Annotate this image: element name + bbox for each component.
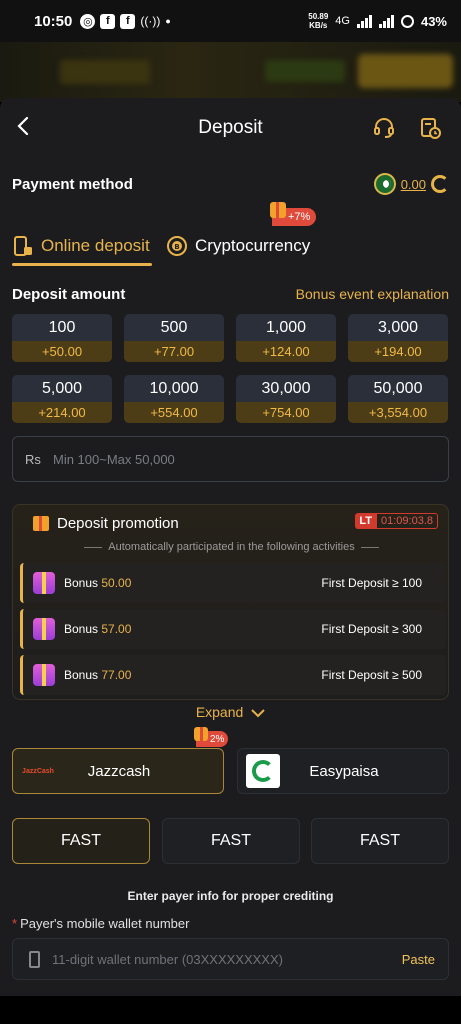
payment-channels: JazzCash Jazzcash Easypaisa [12,748,449,794]
amount-option[interactable]: 10,000 +554.00 [124,375,224,423]
deposit-tabs: Online deposit B Cryptocurrency [12,226,449,266]
channel-bonus-badge: 2% [194,727,229,747]
whatsapp-icon: ◎ [80,13,96,29]
deposit-amount-row: Deposit amount Bonus event explanation [12,284,449,304]
gift-icon [33,516,49,531]
facebook-icon-2: f [120,13,136,29]
phone-icon [29,950,40,968]
chevron-down-icon [251,709,265,718]
deposit-history-icon[interactable] [418,116,442,140]
amount-option[interactable]: 1,000 +124.00 [236,314,336,362]
more-notifications-icon: ● [165,16,171,26]
promotion-row: Bonus 77.00 First Deposit ≥ 500 [20,655,446,695]
wallet-field: Paste [12,938,449,980]
amount-input-field: Rs [12,436,449,482]
deposit-amount-label: Deposit amount [12,285,126,303]
amount-option[interactable]: 3,000 +194.00 [348,314,448,362]
crypto-bonus-badge: +7% [270,202,317,226]
phone-icon [14,236,32,256]
network-speed: 50.89 KB/s [308,12,329,30]
payer-info-hint: Enter payer info for proper crediting [127,889,334,903]
channel-easypaisa[interactable]: Easypaisa [237,748,449,794]
promotion-header: Deposit promotion [33,515,179,532]
fast-option-3[interactable]: FAST [311,818,449,864]
jazzcash-logo: JazzCash [21,754,55,788]
refresh-icon[interactable] [431,175,449,193]
fast-option-1[interactable]: FAST [12,818,150,864]
fast-option-2[interactable]: FAST [162,818,300,864]
promotion-timer: LT 01:09:03.8 [355,513,438,529]
promotion-subtitle: Automatically participated in the follow… [13,541,450,553]
payment-method-row: Payment method 0.00 [12,172,449,196]
back-arrow-icon[interactable] [12,114,36,138]
paste-button[interactable]: Paste [402,952,435,967]
balance-display: 0.00 [373,173,449,195]
gift-icon [270,202,286,218]
hotspot-icon: ((·)) [140,14,161,28]
payment-method-label: Payment method [12,175,133,193]
currency-label: Rs [25,451,41,467]
amount-option[interactable]: 500 +77.00 [124,314,224,362]
signal-icon-2 [378,14,394,28]
countdown: 01:09:03.8 [376,513,438,529]
gift-box-icon [33,664,55,686]
amount-input[interactable] [53,451,448,467]
facebook-icon: f [100,13,116,29]
svg-text:B: B [174,243,179,251]
gift-icon [194,727,208,743]
deposit-sheet: Deposit Payment method 0.00 +7% Online d… [0,98,461,996]
pakistan-flag-icon [373,173,396,195]
fast-options: FAST FAST FAST [12,818,449,864]
lightning-timer-icon: LT [355,513,376,529]
status-bar: 10:50 ◎ f f ((·)) ● 50.89 KB/s 4G 43% [0,0,461,42]
page-title: Deposit [198,117,263,138]
easypaisa-logo [246,754,280,788]
crypto-coin-icon: B [167,236,187,256]
promotion-title: Deposit promotion [57,515,179,532]
expand-button[interactable]: Expand [0,704,461,720]
amount-option[interactable]: 5,000 +214.00 [12,375,112,423]
tab-online-deposit[interactable]: Online deposit [12,226,152,266]
amount-option[interactable]: 30,000 +754.00 [236,375,336,423]
network-type: 4G [335,15,350,27]
status-time: 10:50 [34,12,73,30]
amount-grid: 100 +50.00 500 +77.00 1,000 +124.00 3,000 +1… [12,314,449,423]
deposit-promotion-panel: Deposit promotion LT 01:09:03.8 Automati… [12,504,449,700]
notification-icons: ◎ f f ((·)) ● [80,13,171,29]
background-app-header [0,42,461,102]
wallet-number-input[interactable] [52,951,402,967]
channel-jazzcash[interactable]: JazzCash Jazzcash [12,748,224,794]
signal-icon [356,14,372,28]
battery-level: 43% [420,13,447,29]
promotion-row: Bonus 57.00 First Deposit ≥ 300 [20,609,446,649]
bonus-explanation-link[interactable]: Bonus event explanation [296,286,449,302]
deposit-header: Deposit [0,98,461,158]
tab-cryptocurrency[interactable]: B Cryptocurrency [166,226,326,266]
system-nav-bar [0,996,461,1024]
balance-amount: 0.00 [400,176,426,192]
gift-box-icon [33,572,55,594]
customer-service-icon[interactable] [372,116,396,140]
gift-box-icon [33,618,55,640]
battery-icon [400,14,414,28]
wallet-label: * Payer's mobile wallet number [12,916,190,931]
amount-option[interactable]: 100 +50.00 [12,314,112,362]
amount-option[interactable]: 50,000 +3,554.00 [348,375,448,423]
promotion-row: Bonus 50.00 First Deposit ≥ 100 [20,563,446,603]
